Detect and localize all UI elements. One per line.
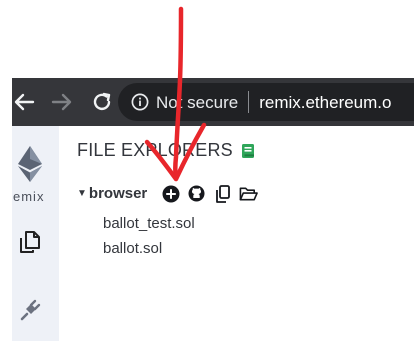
plus-circle-icon	[162, 185, 180, 202]
url-text[interactable]: remix.ethereum.o	[259, 94, 391, 111]
folder-open-icon	[239, 186, 259, 201]
folder-actions	[161, 184, 265, 203]
file-item[interactable]: ballot.sol	[103, 240, 162, 257]
book-icon[interactable]	[241, 143, 255, 159]
page-title: FILE EXPLORERS	[77, 140, 233, 160]
create-file-button[interactable]	[161, 184, 180, 203]
plug-icon[interactable]	[18, 298, 42, 322]
caret-down-icon[interactable]: ▼	[77, 188, 87, 199]
security-status[interactable]: Not secure	[156, 94, 238, 111]
files-icon[interactable]	[18, 229, 42, 255]
reload-button[interactable]	[90, 90, 114, 114]
reload-icon	[93, 92, 111, 111]
arrow-left-icon	[14, 93, 35, 111]
screenshot-stage: Not secure remix.ethereum.o emix FILE EX…	[0, 0, 414, 341]
url-divider	[248, 91, 250, 113]
copy-to-gist-button[interactable]	[213, 184, 232, 203]
remix-logo-text: emix	[13, 189, 45, 204]
arrow-right-icon	[51, 93, 72, 111]
browser-toolbar: Not secure remix.ethereum.o	[12, 78, 414, 126]
copy-icon	[215, 184, 230, 203]
remix-ide: emix FILE EXPLORERS ▼ browser ballot_tes…	[12, 126, 414, 341]
open-local-file-button[interactable]	[239, 184, 259, 203]
github-icon	[188, 185, 205, 202]
icon-panel: emix	[12, 126, 59, 341]
forward-button[interactable]	[50, 90, 74, 114]
file-explorer-panel: FILE EXPLORERS ▼ browser ballot_test.sol…	[59, 126, 414, 341]
folder-label[interactable]: browser	[89, 185, 147, 202]
address-bar[interactable]: Not secure remix.ethereum.o	[118, 83, 414, 121]
info-icon[interactable]	[131, 93, 149, 111]
file-item[interactable]: ballot_test.sol	[103, 215, 195, 232]
panel-header: FILE EXPLORERS	[77, 140, 255, 161]
browser-folder-row[interactable]: ▼ browser	[77, 184, 265, 203]
ethereum-icon[interactable]	[18, 146, 42, 182]
back-button[interactable]	[12, 90, 36, 114]
publish-to-github-button[interactable]	[187, 184, 206, 203]
